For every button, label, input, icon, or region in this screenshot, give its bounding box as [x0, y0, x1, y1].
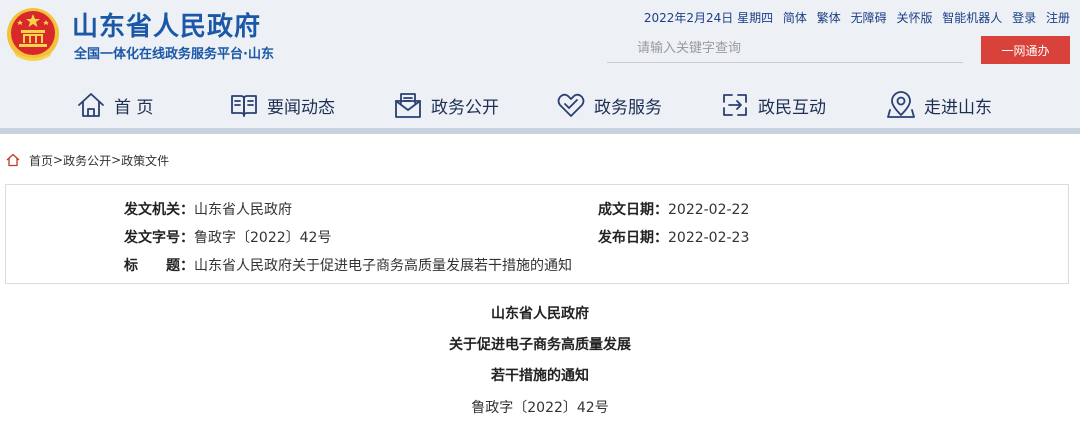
elderly-care-mode-link[interactable]: 关怀版 [896, 11, 932, 25]
issuer-row: 发文机关：山东省人民政府 [124, 199, 292, 219]
title-row: 标 题：山东省人民政府关于促进电子商务高质量发展若干措施的通知 [124, 255, 572, 275]
traditional-chinese-link[interactable]: 繁体 [817, 11, 841, 25]
issuer-label: 发文机关： [124, 202, 194, 218]
nav-label: 要闻动态 [267, 97, 335, 118]
nav-label: 政务服务 [594, 97, 662, 118]
simplified-chinese-link[interactable]: 简体 [783, 11, 807, 25]
nav-item-government-affairs-disclosure[interactable]: 政务公开 [393, 88, 499, 122]
published-date-value: 2022-02-23 [668, 230, 750, 246]
login-link[interactable]: 登录 [1012, 11, 1036, 25]
breadcrumb-home-link[interactable]: 首页 [29, 152, 53, 169]
breadcrumb-government-affairs-link[interactable]: 政务公开 [63, 152, 111, 169]
nav-item-government-services[interactable]: 政务服务 [556, 88, 662, 122]
one-stop-service-button[interactable]: 一网通办 [981, 36, 1070, 64]
interaction-icon [723, 94, 747, 116]
current-date: 2022年2月24日 星期四 [643, 11, 774, 25]
document-number: 鲁政字〔2022〕42号 [471, 400, 609, 416]
header-divider [0, 128, 1080, 134]
doc-number-value: 鲁政字〔2022〕42号 [194, 230, 332, 246]
news-book-icon [231, 95, 257, 117]
created-date-value: 2022-02-22 [668, 202, 750, 218]
doc-number-label: 发文字号： [124, 230, 194, 246]
nav-item-home[interactable]: 首 页 [76, 88, 153, 122]
breadcrumb-policy-documents-link[interactable]: 政策文件 [121, 152, 169, 169]
document-title-line-1: 山东省人民政府 [491, 306, 589, 322]
published-date-row: 发布日期：2022-02-23 [598, 227, 749, 247]
created-date-label: 成文日期： [598, 202, 668, 218]
issuer-value: 山东省人民政府 [194, 202, 292, 218]
nav-label: 走进山东 [924, 97, 992, 118]
envelope-icon [395, 93, 421, 118]
breadcrumb-separator: > [111, 153, 122, 167]
home-icon [78, 93, 104, 117]
breadcrumb: 首页 > 政务公开 > 政策文件 [6, 151, 169, 169]
search-input[interactable] [607, 35, 963, 63]
document-title-line-3: 若干措施的通知 [491, 368, 589, 384]
national-emblem-icon[interactable] [6, 6, 60, 62]
smart-robot-link[interactable]: 智能机器人 [942, 11, 1002, 25]
nav-label: 政民互动 [758, 97, 826, 118]
breadcrumb-separator: > [53, 153, 64, 167]
nav-item-news[interactable]: 要闻动态 [229, 88, 335, 122]
nav-label: 政务公开 [431, 97, 499, 118]
created-date-row: 成文日期：2022-02-22 [598, 199, 749, 219]
nav-item-public-interaction[interactable]: 政民互动 [720, 88, 826, 122]
home-icon[interactable] [6, 153, 20, 167]
published-date-label: 发布日期： [598, 230, 668, 246]
nav-label: 首 页 [114, 97, 154, 118]
register-link[interactable]: 注册 [1046, 11, 1070, 25]
doc-number-row: 发文字号：鲁政字〔2022〕42号 [124, 227, 331, 247]
site-title[interactable]: 山东省人民政府 [72, 6, 261, 43]
document-title-line-2: 关于促进电子商务高质量发展 [449, 337, 631, 353]
nav-item-explore-shandong[interactable]: 走进山东 [886, 88, 992, 122]
heart-icon [557, 93, 585, 117]
accessibility-link[interactable]: 无障碍 [851, 11, 887, 25]
title-label: 标 题： [124, 258, 194, 274]
title-value: 山东省人民政府关于促进电子商务高质量发展若干措施的通知 [194, 258, 572, 274]
top-utility-bar: 2022年2月24日 星期四 简体 繁体 无障碍 关怀版 智能机器人 登录 注册 [644, 9, 1070, 26]
map-pin-icon [887, 91, 915, 118]
site-subtitle: 全国一体化在线政务服务平台·山东 [74, 47, 274, 62]
